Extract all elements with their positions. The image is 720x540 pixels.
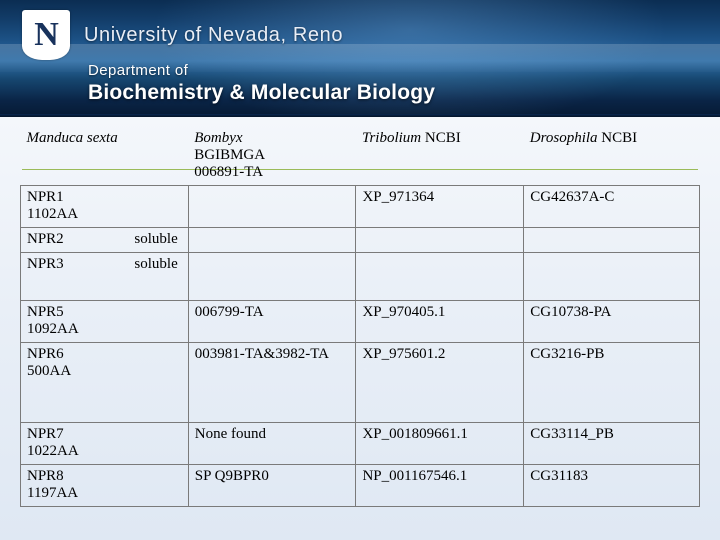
cell-npr5-drosophila: CG10738-PA xyxy=(523,300,700,343)
cell-npr8-bombyx: SP Q9BPR0 xyxy=(187,464,357,507)
cell-npr1-name: NPR1 1102AA xyxy=(20,185,189,228)
cell-npr1-bombyx xyxy=(187,185,357,228)
header-species-tribolium: Tribolium xyxy=(361,130,422,146)
table-row: NPR5 1092AA 006799-TA XP_970405.1 CG1073… xyxy=(20,300,700,343)
header-cell-tribolium: Tribolium NCBI xyxy=(355,127,524,186)
npr5-length: 1092AA xyxy=(27,321,79,337)
header-drosophila-db: NCBI xyxy=(597,130,638,146)
npr3-solubility: soluble xyxy=(134,256,178,272)
header-banner: N University of Nevada, Reno Department … xyxy=(0,0,720,117)
cell-npr3-bombyx xyxy=(187,252,357,301)
npr8-label: NPR8 xyxy=(27,468,64,484)
department-prefix: Department of xyxy=(88,62,189,79)
table-row: NPR6 500AA 003981-TA&3982-TA XP_975601.2… xyxy=(20,342,700,423)
npr1-label: NPR1 xyxy=(27,189,64,205)
header-bombyx-id: 006891-TA xyxy=(194,164,264,180)
npr7-label: NPR7 xyxy=(27,426,64,442)
cell-npr3-name: NPR3 soluble xyxy=(20,252,189,301)
cell-npr6-bombyx: 003981-TA&3982-TA xyxy=(187,342,357,423)
table-row: NPR2 soluble xyxy=(20,227,700,253)
cell-npr6-tribolium: XP_975601.2 xyxy=(355,342,525,423)
cell-npr6-name: NPR6 500AA xyxy=(20,342,189,423)
cell-npr3-tribolium xyxy=(355,252,525,301)
header-cell-drosophila: Drosophila NCBI xyxy=(523,127,700,186)
npr1-length: 1102AA xyxy=(27,206,79,222)
cell-npr6-drosophila: CG3216-PB xyxy=(523,342,700,423)
cell-npr2-bombyx xyxy=(187,227,357,253)
shield-letter: N xyxy=(34,16,59,53)
university-name: University of Nevada, Reno xyxy=(84,23,344,46)
npr7-length: 1022AA xyxy=(27,443,79,459)
header-bombyx-db: BGIBMGA xyxy=(194,147,266,163)
cell-npr8-drosophila: CG31183 xyxy=(523,464,700,507)
header-species-manduca: Manduca sexta xyxy=(26,130,118,146)
npr8-length: 1197AA xyxy=(27,485,79,501)
receptor-ortholog-table: Manduca sexta Bombyx BGIBMGA 006891-TA T… xyxy=(20,127,700,507)
table-row: NPR8 1197AA SP Q9BPR0 NP_001167546.1 CG3… xyxy=(20,464,700,507)
cell-npr7-drosophila: CG33114_PB xyxy=(523,422,700,465)
cell-npr1-tribolium: XP_971364 xyxy=(355,185,525,228)
table-row: NPR3 soluble xyxy=(20,252,700,301)
table-header-row: Manduca sexta Bombyx BGIBMGA 006891-TA T… xyxy=(20,127,700,186)
npr6-label: NPR6 xyxy=(27,346,64,362)
slide-content: Manduca sexta Bombyx BGIBMGA 006891-TA T… xyxy=(0,117,720,540)
cell-npr5-name: NPR5 1092AA xyxy=(20,300,189,343)
cell-npr3-drosophila xyxy=(523,252,700,301)
npr2-label: NPR2 xyxy=(27,231,64,247)
npr5-label: NPR5 xyxy=(27,304,64,320)
npr3-label: NPR3 xyxy=(27,256,64,272)
header-cell-manduca: Manduca sexta xyxy=(20,127,189,186)
npr6-length: 500AA xyxy=(27,363,72,379)
cell-npr5-bombyx: 006799-TA xyxy=(187,300,357,343)
cell-npr5-tribolium: XP_970405.1 xyxy=(355,300,525,343)
header-species-bombyx: Bombyx xyxy=(194,130,243,146)
table-row: NPR1 1102AA XP_971364 CG42637A-C xyxy=(20,185,700,228)
header-tribolium-db: NCBI xyxy=(421,130,461,146)
cell-npr7-bombyx: None found xyxy=(187,422,357,465)
cell-npr7-tribolium: XP_001809661.1 xyxy=(355,422,525,465)
cell-npr1-drosophila: CG42637A-C xyxy=(523,185,700,228)
cell-npr2-tribolium xyxy=(355,227,525,253)
cell-npr2-drosophila xyxy=(523,227,700,253)
cell-npr8-name: NPR8 1197AA xyxy=(20,464,189,507)
table-row: NPR7 1022AA None found XP_001809661.1 CG… xyxy=(20,422,700,465)
cell-npr7-name: NPR7 1022AA xyxy=(20,422,189,465)
header-cell-bombyx: Bombyx BGIBMGA 006891-TA xyxy=(188,127,356,186)
cell-npr8-tribolium: NP_001167546.1 xyxy=(355,464,525,507)
header-species-drosophila: Drosophila xyxy=(529,130,598,146)
slide: N University of Nevada, Reno Department … xyxy=(0,0,720,540)
cell-npr2-name: NPR2 soluble xyxy=(20,227,189,253)
npr2-solubility: soluble xyxy=(134,231,178,247)
department-block: Department of Biochemistry & Molecular B… xyxy=(88,62,435,105)
shield-icon: N xyxy=(22,10,70,60)
department-name: Biochemistry & Molecular Biology xyxy=(88,81,436,104)
university-logo: N University of Nevada, Reno xyxy=(22,10,343,60)
